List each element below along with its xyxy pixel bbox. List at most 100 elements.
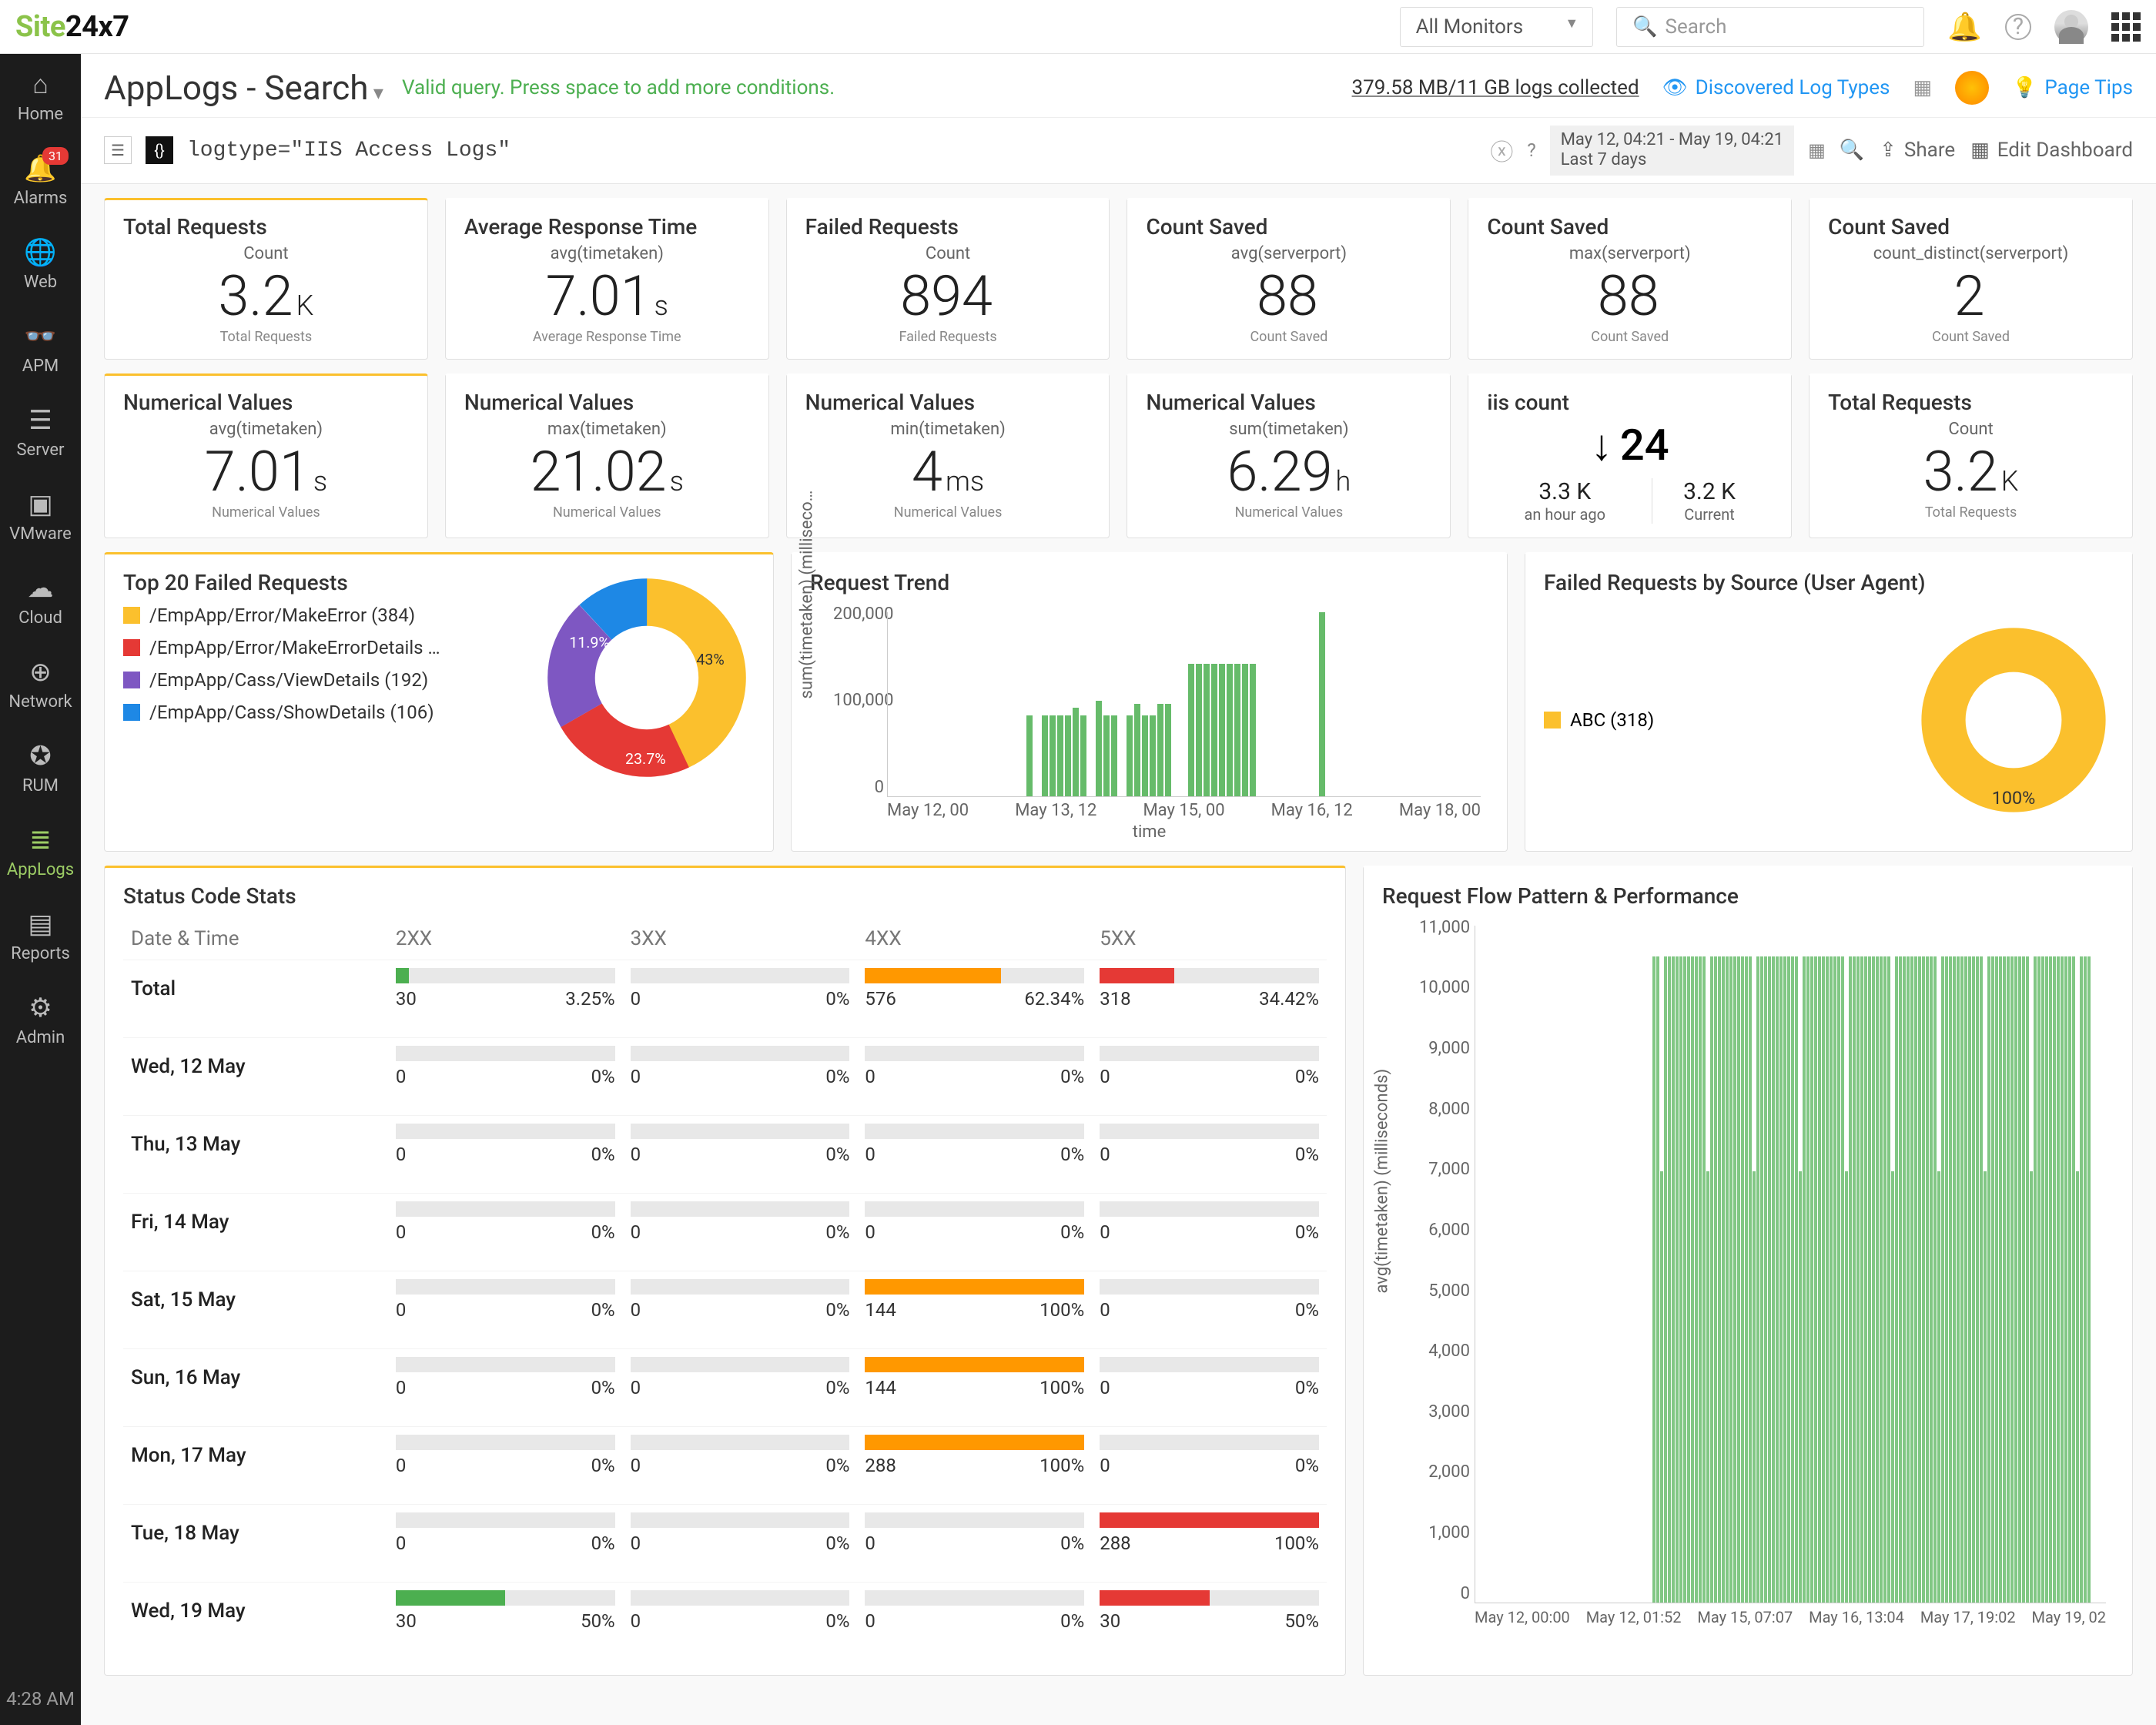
- search-icon: 🔍: [1632, 15, 1657, 39]
- apps-icon[interactable]: [2111, 12, 2141, 42]
- metric-card[interactable]: Numerical Values sum(timetaken) 6.29h Nu…: [1127, 373, 1451, 538]
- sidebar: ⌂Home🔔Alarms31🌐Web👓APM☰Server▣VMware☁Clo…: [0, 54, 81, 1725]
- page-title[interactable]: AppLogs - Search: [104, 68, 383, 108]
- sidebar-item-admin[interactable]: ⚙Admin: [0, 977, 81, 1061]
- search-placeholder: Search: [1666, 15, 1727, 39]
- help-small-icon[interactable]: ?: [1527, 139, 1535, 161]
- donut-chart: 100%: [1913, 620, 2114, 820]
- panel-title: Request Flow Pattern & Performance: [1382, 883, 2114, 909]
- admin-icon: ⚙: [28, 993, 52, 1023]
- network-icon: ⊕: [29, 657, 52, 688]
- metric-card[interactable]: Total Requests Count 3.2K Total Requests: [1809, 373, 2133, 538]
- table-row: Fri, 14 May00%00%00%00%: [123, 1193, 1327, 1271]
- topbar: Site24x7 All Monitors 🔍 Search 🔔 ?: [0, 0, 2156, 54]
- glow-icon[interactable]: [1955, 71, 1989, 105]
- x-ticks: May 12, 00May 13, 12May 15, 00May 16, 12…: [887, 801, 1481, 820]
- panel-title: Status Code Stats: [123, 883, 1327, 909]
- metric-card[interactable]: Count Saved avg(serverport) 88 Count Sav…: [1127, 198, 1451, 360]
- metric-card[interactable]: iis count ↓ 24 3.3 Kan hour ago3.2 KCurr…: [1468, 373, 1792, 538]
- page-tips[interactable]: 💡Page Tips: [2012, 76, 2133, 99]
- grid-icon[interactable]: ▦: [1913, 76, 1932, 99]
- storage-info[interactable]: 379.58 MB/11 GB logs collected: [1352, 76, 1639, 99]
- panel-title: Request Trend: [810, 570, 1488, 595]
- logo-p2: 24x7: [65, 10, 129, 44]
- legend: /EmpApp/Error/MakeError (384) /EmpApp/Err…: [123, 605, 524, 723]
- legend-item[interactable]: /EmpApp/Error/MakeErrorDetails …: [123, 637, 524, 658]
- legend-swatch: [123, 672, 140, 688]
- source-panel: Failed Requests by Source (User Agent) A…: [1525, 552, 2133, 852]
- sidebar-item-reports[interactable]: ▤Reports: [0, 893, 81, 977]
- panel-title: Top 20 Failed Requests: [123, 570, 524, 595]
- edit-dashboard-button[interactable]: ▦Edit Dashboard: [1970, 139, 2133, 162]
- monitors-dropdown[interactable]: All Monitors: [1400, 7, 1594, 47]
- legend-item[interactable]: /EmpApp/Cass/ShowDetails (106): [123, 702, 524, 723]
- calendar-icon[interactable]: ▦: [1808, 139, 1826, 161]
- metric-card[interactable]: Numerical Values max(timetaken) 21.02s N…: [445, 373, 769, 538]
- sidebar-item-vmware[interactable]: ▣VMware: [0, 474, 81, 558]
- sidebar-item-alarms[interactable]: 🔔Alarms31: [0, 138, 81, 222]
- vmware-icon: ▣: [28, 489, 52, 520]
- search-icon[interactable]: 🔍: [1840, 139, 1864, 162]
- logo[interactable]: Site24x7: [15, 10, 129, 44]
- legend-item: ABC (318): [1544, 709, 1654, 731]
- home-icon: ⌂: [32, 69, 49, 100]
- y-axis-label: avg(timetaken) (milliseconds): [1373, 1069, 1392, 1294]
- dashboard-icon: ▦: [1970, 139, 1990, 162]
- avatar[interactable]: [2054, 10, 2088, 44]
- panel-title: Failed Requests by Source (User Agent): [1544, 570, 2114, 595]
- table-row: Mon, 17 May00%00%288100%00%: [123, 1426, 1327, 1504]
- y-ticks: 11,00010,0009,0008,0007,0006,0005,0004,0…: [1419, 918, 1470, 1603]
- metric-card[interactable]: Count Saved count_distinct(serverport) 2…: [1809, 198, 2133, 360]
- sidebar-item-applogs[interactable]: ≣AppLogs: [0, 809, 81, 893]
- status-code-panel: Status Code Stats Date & Time2XX3XX4XX5X…: [104, 866, 1346, 1676]
- svg-text:43%: 43%: [696, 651, 724, 668]
- sidebar-item-network[interactable]: ⊕Network: [0, 641, 81, 725]
- search-input[interactable]: 🔍 Search: [1616, 7, 1924, 47]
- query-text[interactable]: logtype="IIS Access Logs": [187, 139, 1476, 162]
- reports-icon: ▤: [28, 909, 52, 940]
- badge: 31: [42, 147, 69, 165]
- legend-item[interactable]: /EmpApp/Cass/ViewDetails (192): [123, 669, 524, 691]
- metric-card[interactable]: Average Response Time avg(timetaken) 7.0…: [445, 198, 769, 360]
- valid-query-msg: Valid query. Press space to add more con…: [402, 76, 835, 99]
- discovered-log-types[interactable]: 👁Discovered Log Types: [1662, 76, 1890, 99]
- apm-icon: 👓: [24, 321, 56, 352]
- page-header: AppLogs - Search Valid query. Press spac…: [81, 54, 2156, 118]
- donut-chart: 43% 23.7% 11.9%: [539, 570, 755, 785]
- eye-icon: 👁: [1662, 76, 1688, 99]
- web-icon: 🌐: [24, 237, 56, 268]
- share-icon: ⇪: [1880, 139, 1897, 162]
- x-ticks: May 12, 00:00May 12, 01:52May 15, 07:07M…: [1475, 1608, 2106, 1626]
- code-view-icon[interactable]: {}: [146, 136, 173, 164]
- legend-item[interactable]: /EmpApp/Error/MakeError (384): [123, 605, 524, 626]
- chart-area: [1475, 926, 2106, 1603]
- x-axis-label: time: [1133, 822, 1167, 842]
- metric-card[interactable]: Numerical Values min(timetaken) 4ms Nume…: [786, 373, 1110, 538]
- sidebar-item-apm[interactable]: 👓APM: [0, 306, 81, 390]
- y-ticks: 200,000100,0000: [833, 605, 884, 797]
- arrow-down-icon: ↓: [1591, 420, 1612, 471]
- status-table: Date & Time2XX3XX4XX5XXTotal303.25%00%57…: [123, 918, 1327, 1660]
- metric-card[interactable]: Total Requests Count 3.2K Total Requests: [104, 198, 428, 360]
- request-trend-panel: Request Trend sum(timetaken) (milliseco……: [791, 552, 1508, 852]
- legend-swatch: [123, 639, 140, 656]
- chart-area: [887, 612, 1481, 797]
- sidebar-item-web[interactable]: 🌐Web: [0, 222, 81, 306]
- metric-card[interactable]: Failed Requests Count 894 Failed Request…: [786, 198, 1110, 360]
- sidebar-item-server[interactable]: ☰Server: [0, 390, 81, 474]
- metric-card[interactable]: Numerical Values avg(timetaken) 7.01s Nu…: [104, 373, 428, 538]
- sidebar-item-rum[interactable]: ✪RUM: [0, 725, 81, 809]
- sidebar-item-home[interactable]: ⌂Home: [0, 54, 81, 138]
- applogs-icon: ≣: [29, 825, 52, 856]
- table-row: Wed, 12 May00%00%00%00%: [123, 1037, 1327, 1115]
- sidebar-item-cloud[interactable]: ☁Cloud: [0, 558, 81, 641]
- main: AppLogs - Search Valid query. Press spac…: [81, 54, 2156, 1725]
- clear-icon[interactable]: ⓧ: [1490, 133, 1513, 167]
- bell-icon[interactable]: 🔔: [1947, 11, 1982, 43]
- share-button[interactable]: ⇪Share: [1880, 139, 1955, 162]
- list-view-icon[interactable]: ☰: [104, 136, 132, 164]
- metric-card[interactable]: Count Saved max(serverport) 88 Count Sav…: [1468, 198, 1792, 360]
- help-icon[interactable]: ?: [2005, 14, 2031, 40]
- cards-row-2: Numerical Values avg(timetaken) 7.01s Nu…: [81, 360, 2156, 538]
- date-range[interactable]: May 12, 04:21 - May 19, 04:21 Last 7 day…: [1550, 126, 1794, 176]
